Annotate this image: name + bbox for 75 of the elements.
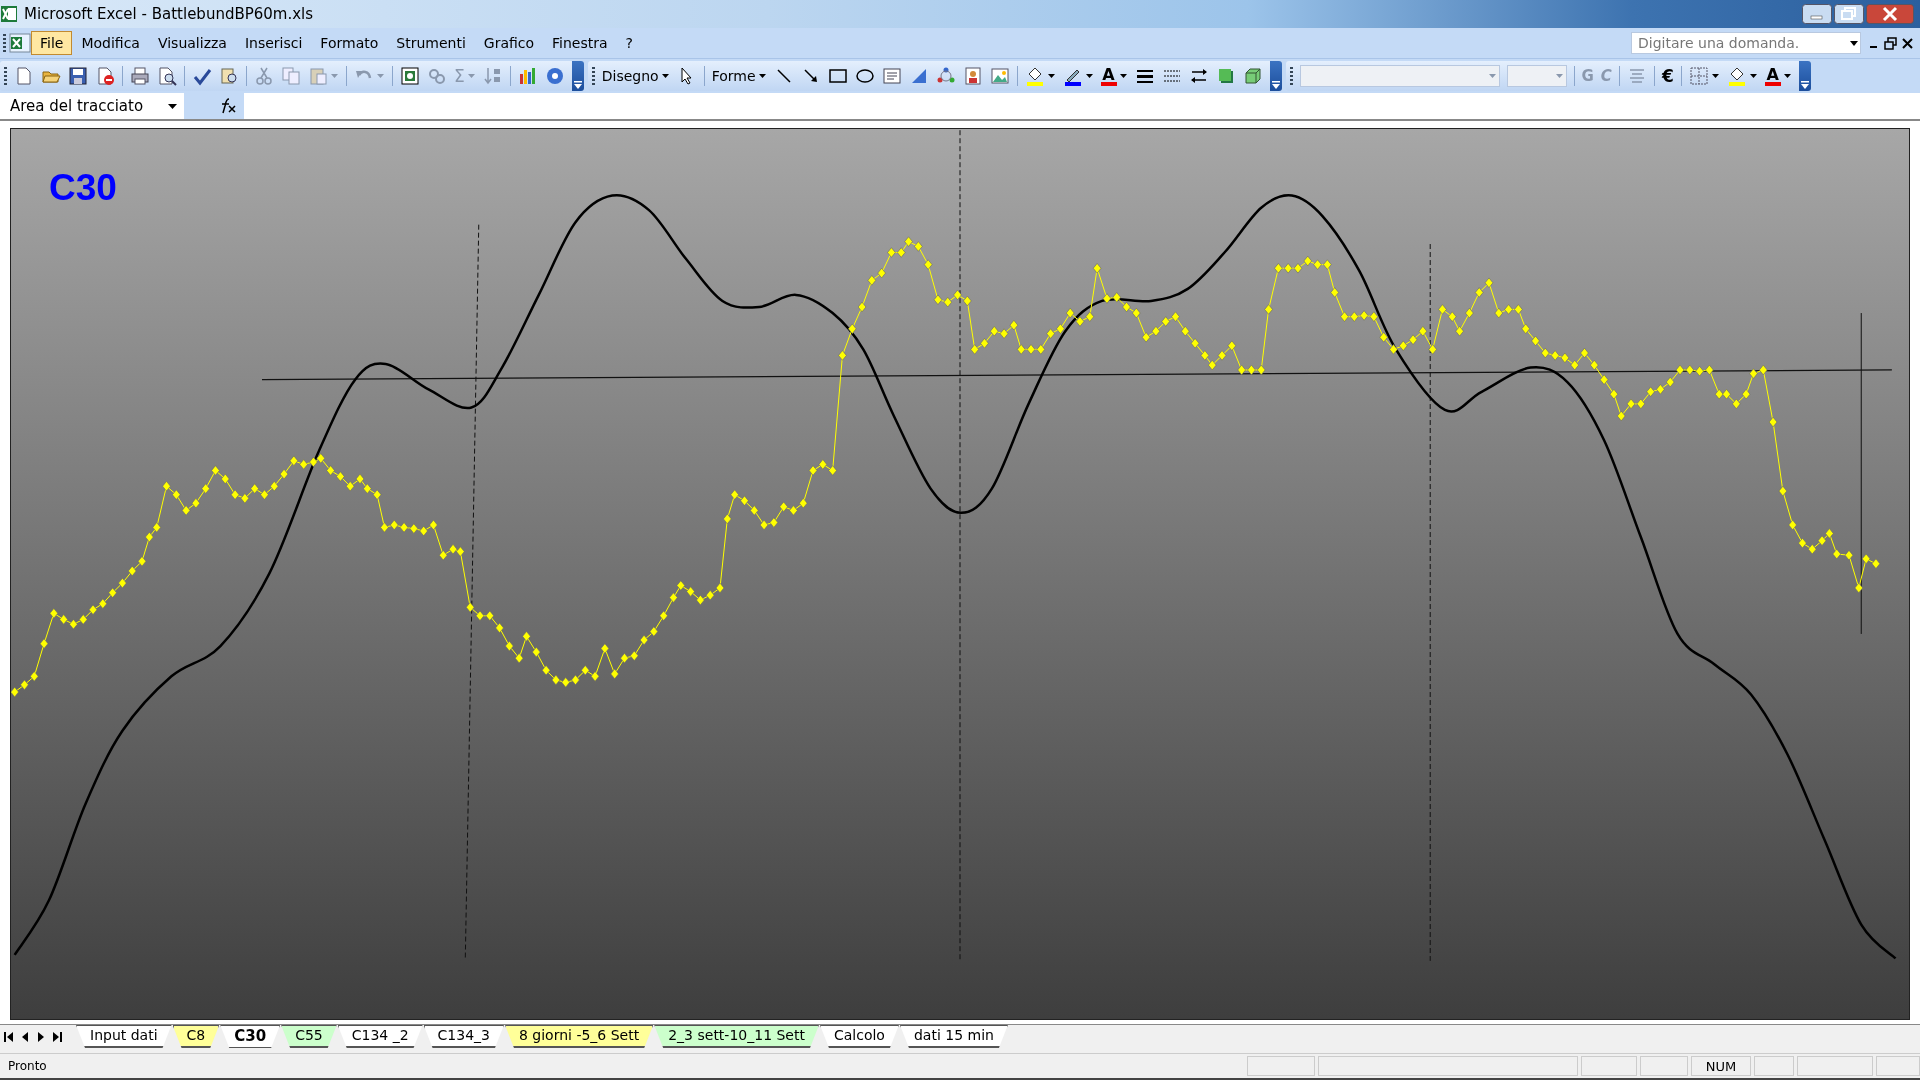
clipart-icon[interactable] (962, 66, 983, 86)
caret-icon[interactable] (1782, 71, 1792, 81)
status-panel (1247, 1056, 1315, 1076)
caret-icon[interactable] (1118, 71, 1128, 81)
previous-sheet-icon[interactable] (20, 1031, 30, 1043)
save-icon[interactable] (68, 66, 88, 86)
picture-icon[interactable] (989, 66, 1010, 86)
sheet-tab[interactable]: C30 (220, 1025, 281, 1048)
toolbar-options-icon[interactable] (1269, 81, 1282, 91)
status-text: Pronto (8, 1059, 48, 1073)
research-icon[interactable] (219, 66, 239, 86)
fill-color-icon[interactable] (1024, 66, 1045, 86)
ellipse-icon[interactable] (854, 66, 875, 86)
currency-button[interactable]: € (1661, 66, 1674, 86)
toolbar-options-icon[interactable] (1798, 81, 1811, 91)
menu-item[interactable]: Strumenti (387, 31, 475, 55)
sheet-tab[interactable]: 8 giorni -5_6 Sett (505, 1025, 654, 1048)
window-title: Microsoft Excel - BattlebundBP60m.xls (24, 5, 314, 23)
status-panel (1581, 1056, 1637, 1076)
fill-color-icon[interactable] (1726, 66, 1747, 86)
toolbar-options-icon[interactable] (571, 81, 584, 91)
caret-icon[interactable] (1748, 71, 1758, 81)
status-panel (1640, 1056, 1688, 1076)
rectangle-icon[interactable] (827, 66, 848, 86)
shapes-menu-button[interactable]: Forme (711, 68, 767, 84)
sheet-tab[interactable]: Input dati (76, 1025, 172, 1048)
font-size-field[interactable] (1506, 65, 1567, 87)
excel-icon (0, 5, 18, 23)
font-color-button[interactable]: A (1100, 66, 1128, 86)
drawing-menu-button[interactable]: Disegno (601, 68, 670, 84)
caret-icon[interactable] (1710, 71, 1720, 81)
print-preview-icon[interactable] (157, 66, 177, 86)
caret-icon[interactable] (167, 101, 178, 111)
close-icon[interactable] (1866, 4, 1914, 24)
caret-icon[interactable] (1084, 71, 1094, 81)
first-sheet-icon[interactable] (4, 1031, 14, 1043)
menu-item[interactable]: Formato (311, 31, 388, 55)
function-icon[interactable] (220, 97, 236, 115)
caret-icon[interactable] (660, 71, 670, 81)
status-indicator: NUM (1691, 1056, 1751, 1076)
maximize-icon[interactable] (1834, 4, 1864, 24)
print-icon[interactable] (130, 66, 150, 86)
new-file-icon[interactable] (14, 66, 34, 86)
sheet-tab[interactable]: C134 _2 (337, 1025, 423, 1048)
menu-item[interactable]: File (31, 31, 73, 55)
menu-item[interactable]: Grafico (474, 31, 544, 55)
menu-item[interactable]: Finestra (543, 31, 617, 55)
status-panel (1754, 1056, 1794, 1076)
close-icon[interactable] (1901, 36, 1914, 50)
permission-icon[interactable] (95, 66, 115, 86)
sheet-tab[interactable]: dati 15 min (899, 1025, 1008, 1048)
caret-icon[interactable] (757, 71, 767, 81)
menu-item[interactable]: Modifica (72, 31, 149, 55)
next-sheet-icon[interactable] (36, 1031, 46, 1043)
menu-item[interactable]: ? (616, 31, 642, 55)
font-name-field[interactable] (1299, 65, 1500, 87)
chart-wizard-icon[interactable] (517, 66, 538, 86)
font-color-button[interactable]: A (1764, 66, 1792, 86)
chart-title: C30 (49, 167, 117, 209)
sheet-tab[interactable]: C134_3 (423, 1025, 504, 1048)
caret-icon[interactable] (1848, 38, 1860, 48)
3d-box-icon[interactable] (1242, 66, 1263, 86)
sheet-tab[interactable]: Calcolo (819, 1025, 899, 1048)
excel-icon[interactable] (9, 33, 31, 53)
sheet-tab[interactable]: 2_3 sett-10_11 Sett (654, 1025, 819, 1048)
spellcheck-icon[interactable] (192, 66, 212, 86)
menu-item[interactable]: Inserisci (235, 31, 312, 55)
last-sheet-icon[interactable] (52, 1031, 62, 1043)
textbox-icon[interactable] (881, 66, 902, 86)
sheet-tab[interactable]: C8 (172, 1025, 220, 1048)
restore-icon[interactable] (1884, 36, 1897, 50)
menu-item[interactable]: Visualizza (148, 31, 236, 55)
help-search-field[interactable]: Digitare una domanda. (1631, 32, 1861, 54)
sheet-tab[interactable]: C55 (281, 1025, 337, 1048)
caret-icon[interactable] (1046, 71, 1056, 81)
